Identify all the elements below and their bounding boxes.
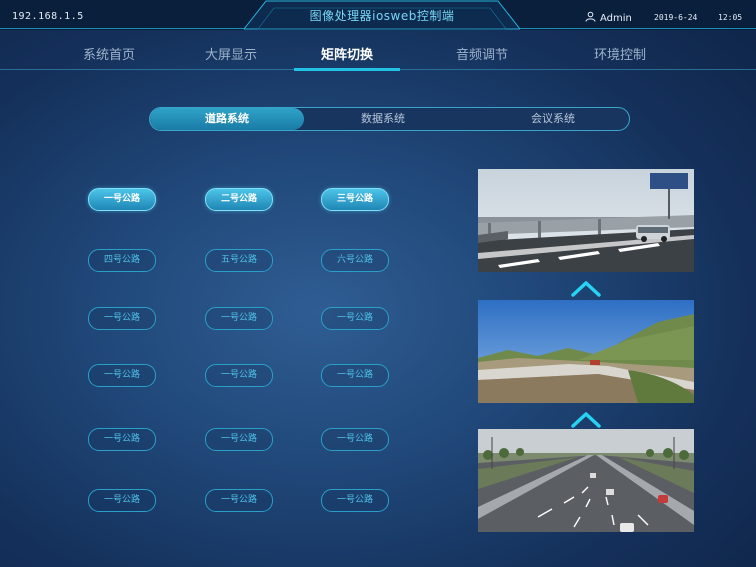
user-menu[interactable]: Admin bbox=[585, 11, 632, 25]
road-button[interactable]: 一号公路 bbox=[88, 307, 156, 330]
chevron-up-icon[interactable] bbox=[570, 409, 602, 429]
city-avenue-image bbox=[478, 429, 694, 532]
nav-item-big-screen[interactable]: 大屏显示 bbox=[181, 44, 281, 63]
road-button[interactable]: 四号公路 bbox=[88, 249, 156, 272]
highway-overpass-image bbox=[478, 169, 694, 272]
nav-active-indicator bbox=[294, 68, 400, 71]
top-bar: 192.168.1.5 图像处理器iosweb控制端 Admin 2019-6-… bbox=[0, 0, 756, 30]
user-name: Admin bbox=[600, 12, 632, 24]
nav-item-home[interactable]: 系统首页 bbox=[59, 44, 159, 63]
road-button[interactable]: 一号公路 bbox=[205, 364, 273, 387]
camera-preview[interactable] bbox=[478, 300, 694, 403]
mountain-road-image bbox=[478, 300, 694, 403]
road-button[interactable]: 一号公路 bbox=[321, 489, 389, 512]
road-button[interactable]: 三号公路 bbox=[321, 188, 389, 211]
camera-preview[interactable] bbox=[478, 169, 694, 272]
road-button[interactable]: 一号公路 bbox=[88, 489, 156, 512]
title-tab: 图像处理器iosweb控制端 bbox=[244, 0, 520, 30]
road-button[interactable]: 一号公路 bbox=[321, 307, 389, 330]
current-time: 12:05 bbox=[718, 13, 743, 22]
road-button[interactable]: 一号公路 bbox=[321, 364, 389, 387]
road-button[interactable]: 六号公路 bbox=[321, 249, 389, 272]
nav-item-matrix-switch[interactable]: 矩阵切换 bbox=[297, 44, 397, 63]
tab-data-system[interactable]: 数据系统 bbox=[308, 108, 458, 130]
road-button[interactable]: 二号公路 bbox=[205, 188, 273, 211]
tab-road-system[interactable]: 道路系统 bbox=[150, 108, 304, 130]
road-button[interactable]: 一号公路 bbox=[321, 428, 389, 451]
road-button[interactable]: 一号公路 bbox=[88, 364, 156, 387]
nav-item-environment[interactable]: 环境控制 bbox=[570, 44, 670, 63]
chevron-up-icon[interactable] bbox=[570, 278, 602, 298]
camera-preview[interactable] bbox=[478, 429, 694, 532]
system-segmented-control: 道路系统 数据系统 会议系统 bbox=[149, 107, 630, 131]
road-button[interactable]: 一号公路 bbox=[205, 307, 273, 330]
nav-item-audio[interactable]: 音频调节 bbox=[432, 44, 532, 63]
road-button[interactable]: 一号公路 bbox=[88, 188, 156, 211]
road-button[interactable]: 一号公路 bbox=[205, 489, 273, 512]
road-button[interactable]: 一号公路 bbox=[88, 428, 156, 451]
tab-meeting-system[interactable]: 会议系统 bbox=[478, 108, 628, 130]
user-icon bbox=[585, 11, 596, 25]
ip-address: 192.168.1.5 bbox=[12, 11, 84, 22]
current-date: 2019-6-24 bbox=[654, 13, 698, 22]
road-button[interactable]: 五号公路 bbox=[205, 249, 273, 272]
app-title: 图像处理器iosweb控制端 bbox=[309, 9, 455, 23]
road-button[interactable]: 一号公路 bbox=[205, 428, 273, 451]
main-nav: 系统首页 大屏显示 矩阵切换 音频调节 环境控制 bbox=[0, 31, 756, 71]
